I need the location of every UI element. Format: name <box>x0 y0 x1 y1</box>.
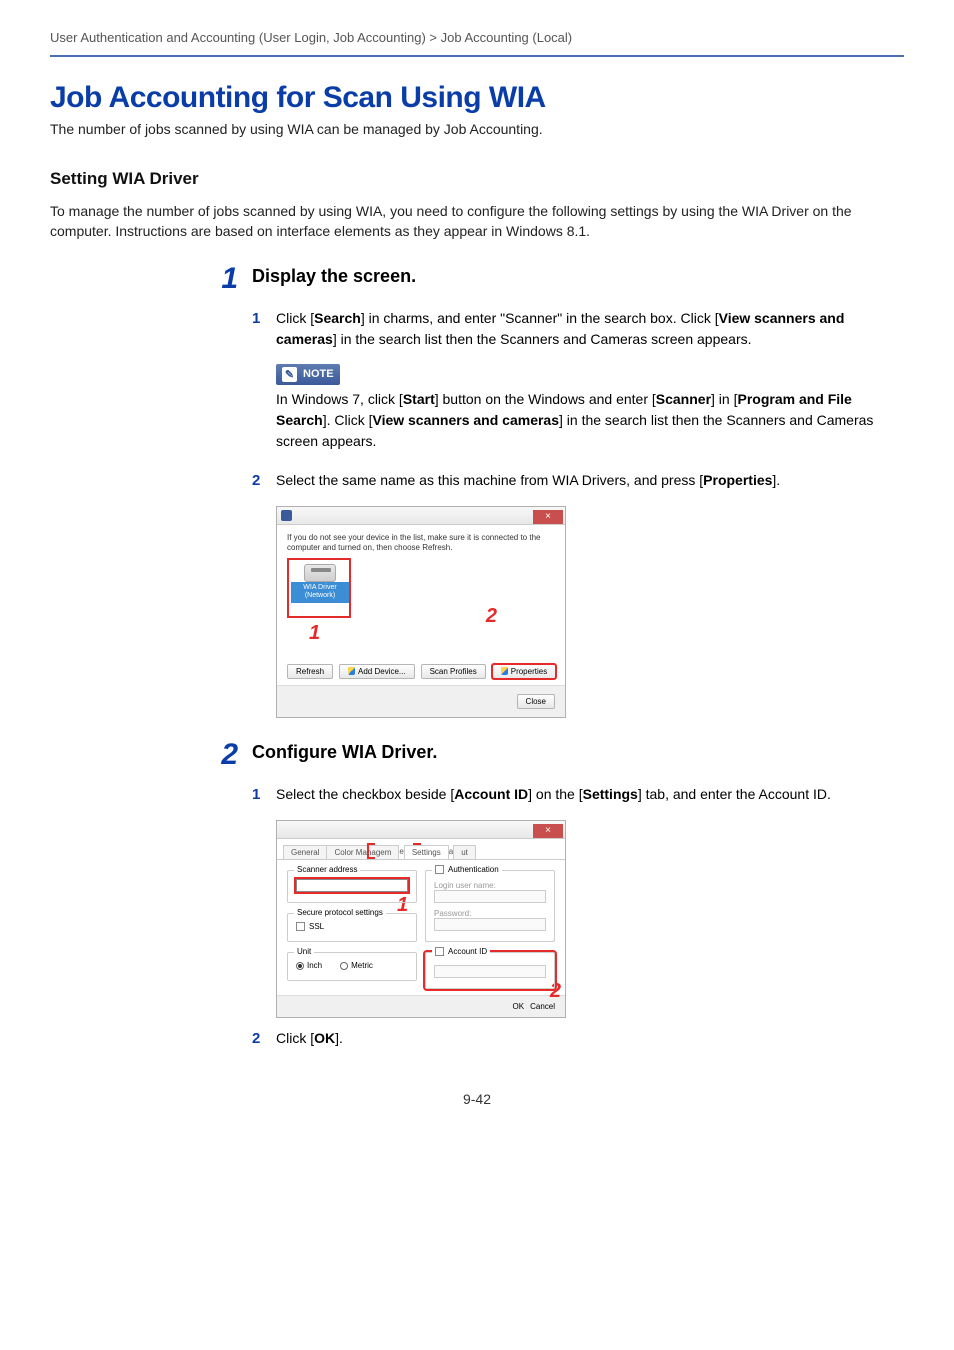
note-badge: ✎ NOTE <box>276 364 340 385</box>
step-title-2: Configure WIA Driver. <box>252 742 437 763</box>
scanners-cameras-dialog: × If you do not see your device in the l… <box>276 506 566 718</box>
add-device-button[interactable]: Add Device... <box>339 664 415 679</box>
tab-color[interactable]: Color Managem <box>326 845 399 859</box>
callout-number-1: 1 <box>309 622 320 645</box>
shield-icon <box>501 667 508 675</box>
ok-button[interactable]: OK <box>513 1002 525 1011</box>
titlebar: × <box>277 821 565 839</box>
note-label: NOTE <box>303 368 334 380</box>
step-number-2: 2 <box>210 740 238 770</box>
ssl-checkbox[interactable] <box>296 922 305 931</box>
tab-general[interactable]: General <box>283 845 327 859</box>
close-button[interactable]: Close <box>517 694 555 709</box>
metric-label: Metric <box>351 961 373 970</box>
dialog-hint: If you do not see your device in the lis… <box>287 533 555 554</box>
account-id-label: Account ID <box>448 947 487 956</box>
scanner-icon <box>304 564 336 582</box>
titlebar: × <box>277 507 565 525</box>
password-label: Password: <box>434 909 546 918</box>
inch-label: Inch <box>307 961 322 970</box>
breadcrumb: User Authentication and Accounting (User… <box>50 30 904 57</box>
group-label: Unit <box>294 947 314 956</box>
substep-num: 2 <box>252 1028 266 1051</box>
substep-num: 1 <box>252 308 266 331</box>
scanner-address-input[interactable] <box>296 879 408 892</box>
device-label: WIA Driver (Network) <box>291 582 349 603</box>
step-number-1: 1 <box>210 264 238 294</box>
cancel-button[interactable]: Cancel <box>530 1002 555 1011</box>
device-item[interactable]: WIA Driver (Network) <box>291 562 349 603</box>
refresh-button[interactable]: Refresh <box>287 664 333 679</box>
close-icon[interactable]: × <box>533 824 563 838</box>
tab-strip: General Color Managem e Settings a ut <box>277 839 565 860</box>
authentication-group: Authentication Login user name: Password… <box>425 870 555 942</box>
properties-button[interactable]: Properties <box>492 664 556 679</box>
page-number: 9-42 <box>50 1091 904 1107</box>
close-icon[interactable]: × <box>533 510 563 524</box>
intro-text: The number of jobs scanned by using WIA … <box>50 121 904 137</box>
substep-text: Select the same name as this machine fro… <box>276 470 780 491</box>
substep-text: Click [OK]. <box>276 1028 343 1049</box>
account-id-checkbox[interactable] <box>435 947 444 956</box>
tab-settings[interactable]: Settings <box>404 845 449 859</box>
note-icon: ✎ <box>282 367 297 382</box>
note-text: In Windows 7, click [Start] button on th… <box>276 389 904 452</box>
section-heading: Setting WIA Driver <box>50 169 904 189</box>
substep-num: 1 <box>252 784 266 807</box>
unit-group: Unit Inch Metric <box>287 952 417 981</box>
inch-radio[interactable] <box>296 962 304 970</box>
login-input[interactable] <box>434 890 546 903</box>
auth-checkbox[interactable] <box>435 865 444 874</box>
substep-text: Select the checkbox beside [Account ID] … <box>276 784 831 805</box>
ssl-label: SSL <box>309 922 324 931</box>
metric-radio[interactable] <box>340 962 348 970</box>
account-id-group: Account ID <box>425 952 555 989</box>
group-label: Scanner address <box>294 865 360 874</box>
shield-icon <box>348 667 355 675</box>
account-id-input[interactable] <box>434 965 546 978</box>
section-desc: To manage the number of jobs scanned by … <box>50 201 904 242</box>
wia-properties-dialog: × General Color Managem e Settings a ut … <box>276 820 566 1018</box>
substep-text: Click [Search] in charms, and enter "Sca… <box>276 308 904 350</box>
window-icon <box>281 510 292 521</box>
password-input[interactable] <box>434 918 546 931</box>
auth-label: Authentication <box>448 865 499 874</box>
device-list[interactable]: WIA Driver (Network) 1 2 <box>287 558 555 658</box>
secure-protocol-group: Secure protocol settings SSL <box>287 913 417 942</box>
scan-profiles-button[interactable]: Scan Profiles <box>421 664 486 679</box>
login-label: Login user name: <box>434 881 546 890</box>
callout-number-2: 2 <box>486 605 497 628</box>
callout-box <box>367 843 375 859</box>
scanner-address-group: Scanner address <box>287 870 417 903</box>
tab-out[interactable]: ut <box>453 845 476 859</box>
page-title: Job Accounting for Scan Using WIA <box>50 81 904 115</box>
group-label: Secure protocol settings <box>294 908 386 917</box>
substep-num: 2 <box>252 470 266 493</box>
step-title-1: Display the screen. <box>252 266 416 287</box>
